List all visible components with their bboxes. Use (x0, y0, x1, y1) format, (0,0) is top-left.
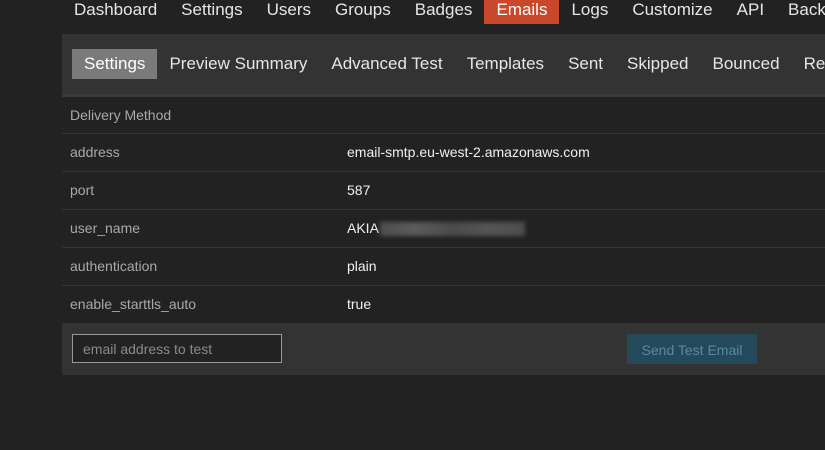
tab-advanced-test[interactable]: Advanced Test (319, 49, 454, 79)
send-test-email-button[interactable]: Send Test Email (627, 334, 757, 364)
settings-row-enable-starttls-auto: enable_starttls_auto true (62, 286, 825, 324)
nav-emails[interactable]: Emails (484, 0, 560, 24)
setting-value: AKIA (347, 220, 379, 236)
setting-value: 587 (347, 182, 371, 198)
settings-row-user-name: user_name AKIA (62, 210, 825, 248)
setting-key: user_name (70, 220, 141, 236)
delivery-method-header: Delivery Method (62, 97, 825, 134)
test-email-input[interactable] (72, 334, 282, 363)
tab-settings[interactable]: Settings (72, 49, 158, 79)
tab-preview-summary[interactable]: Preview Summary (157, 49, 319, 79)
admin-top-nav: Dashboard Settings Users Groups Badges E… (62, 0, 825, 24)
settings-row-address: address email-smtp.eu-west-2.amazonaws.c… (62, 134, 825, 172)
nav-settings[interactable]: Settings (169, 0, 254, 24)
email-settings-panel: Delivery Method address email-smtp.eu-we… (62, 94, 825, 375)
setting-value: plain (347, 258, 377, 274)
setting-key: address (70, 144, 120, 160)
tab-bounced[interactable]: Bounced (700, 49, 791, 79)
setting-key: port (70, 182, 95, 198)
setting-key: enable_starttls_auto (70, 296, 197, 312)
setting-value: email-smtp.eu-west-2.amazonaws.com (347, 144, 590, 160)
nav-backups[interactable]: Backups (776, 0, 825, 24)
nav-dashboard[interactable]: Dashboard (62, 0, 169, 24)
tab-received[interactable]: Received (792, 49, 825, 79)
tab-sent[interactable]: Sent (556, 49, 615, 79)
nav-groups[interactable]: Groups (323, 0, 403, 24)
nav-users[interactable]: Users (255, 0, 323, 24)
settings-row-authentication: authentication plain (62, 248, 825, 286)
nav-badges[interactable]: Badges (403, 0, 485, 24)
nav-api[interactable]: API (725, 0, 776, 24)
setting-value: true (347, 296, 372, 312)
tab-templates[interactable]: Templates (455, 49, 556, 79)
tab-skipped[interactable]: Skipped (615, 49, 700, 79)
settings-row-port: port 587 (62, 172, 825, 210)
setting-key: authentication (70, 258, 158, 274)
nav-logs[interactable]: Logs (559, 0, 620, 24)
emails-sub-nav: Settings Preview Summary Advanced Test T… (62, 34, 825, 94)
nav-customize[interactable]: Customize (620, 0, 724, 24)
test-email-footer: Send Test Email (62, 324, 825, 375)
setting-value-wrapper: AKIA (347, 210, 525, 247)
redacted-blur (379, 222, 525, 237)
